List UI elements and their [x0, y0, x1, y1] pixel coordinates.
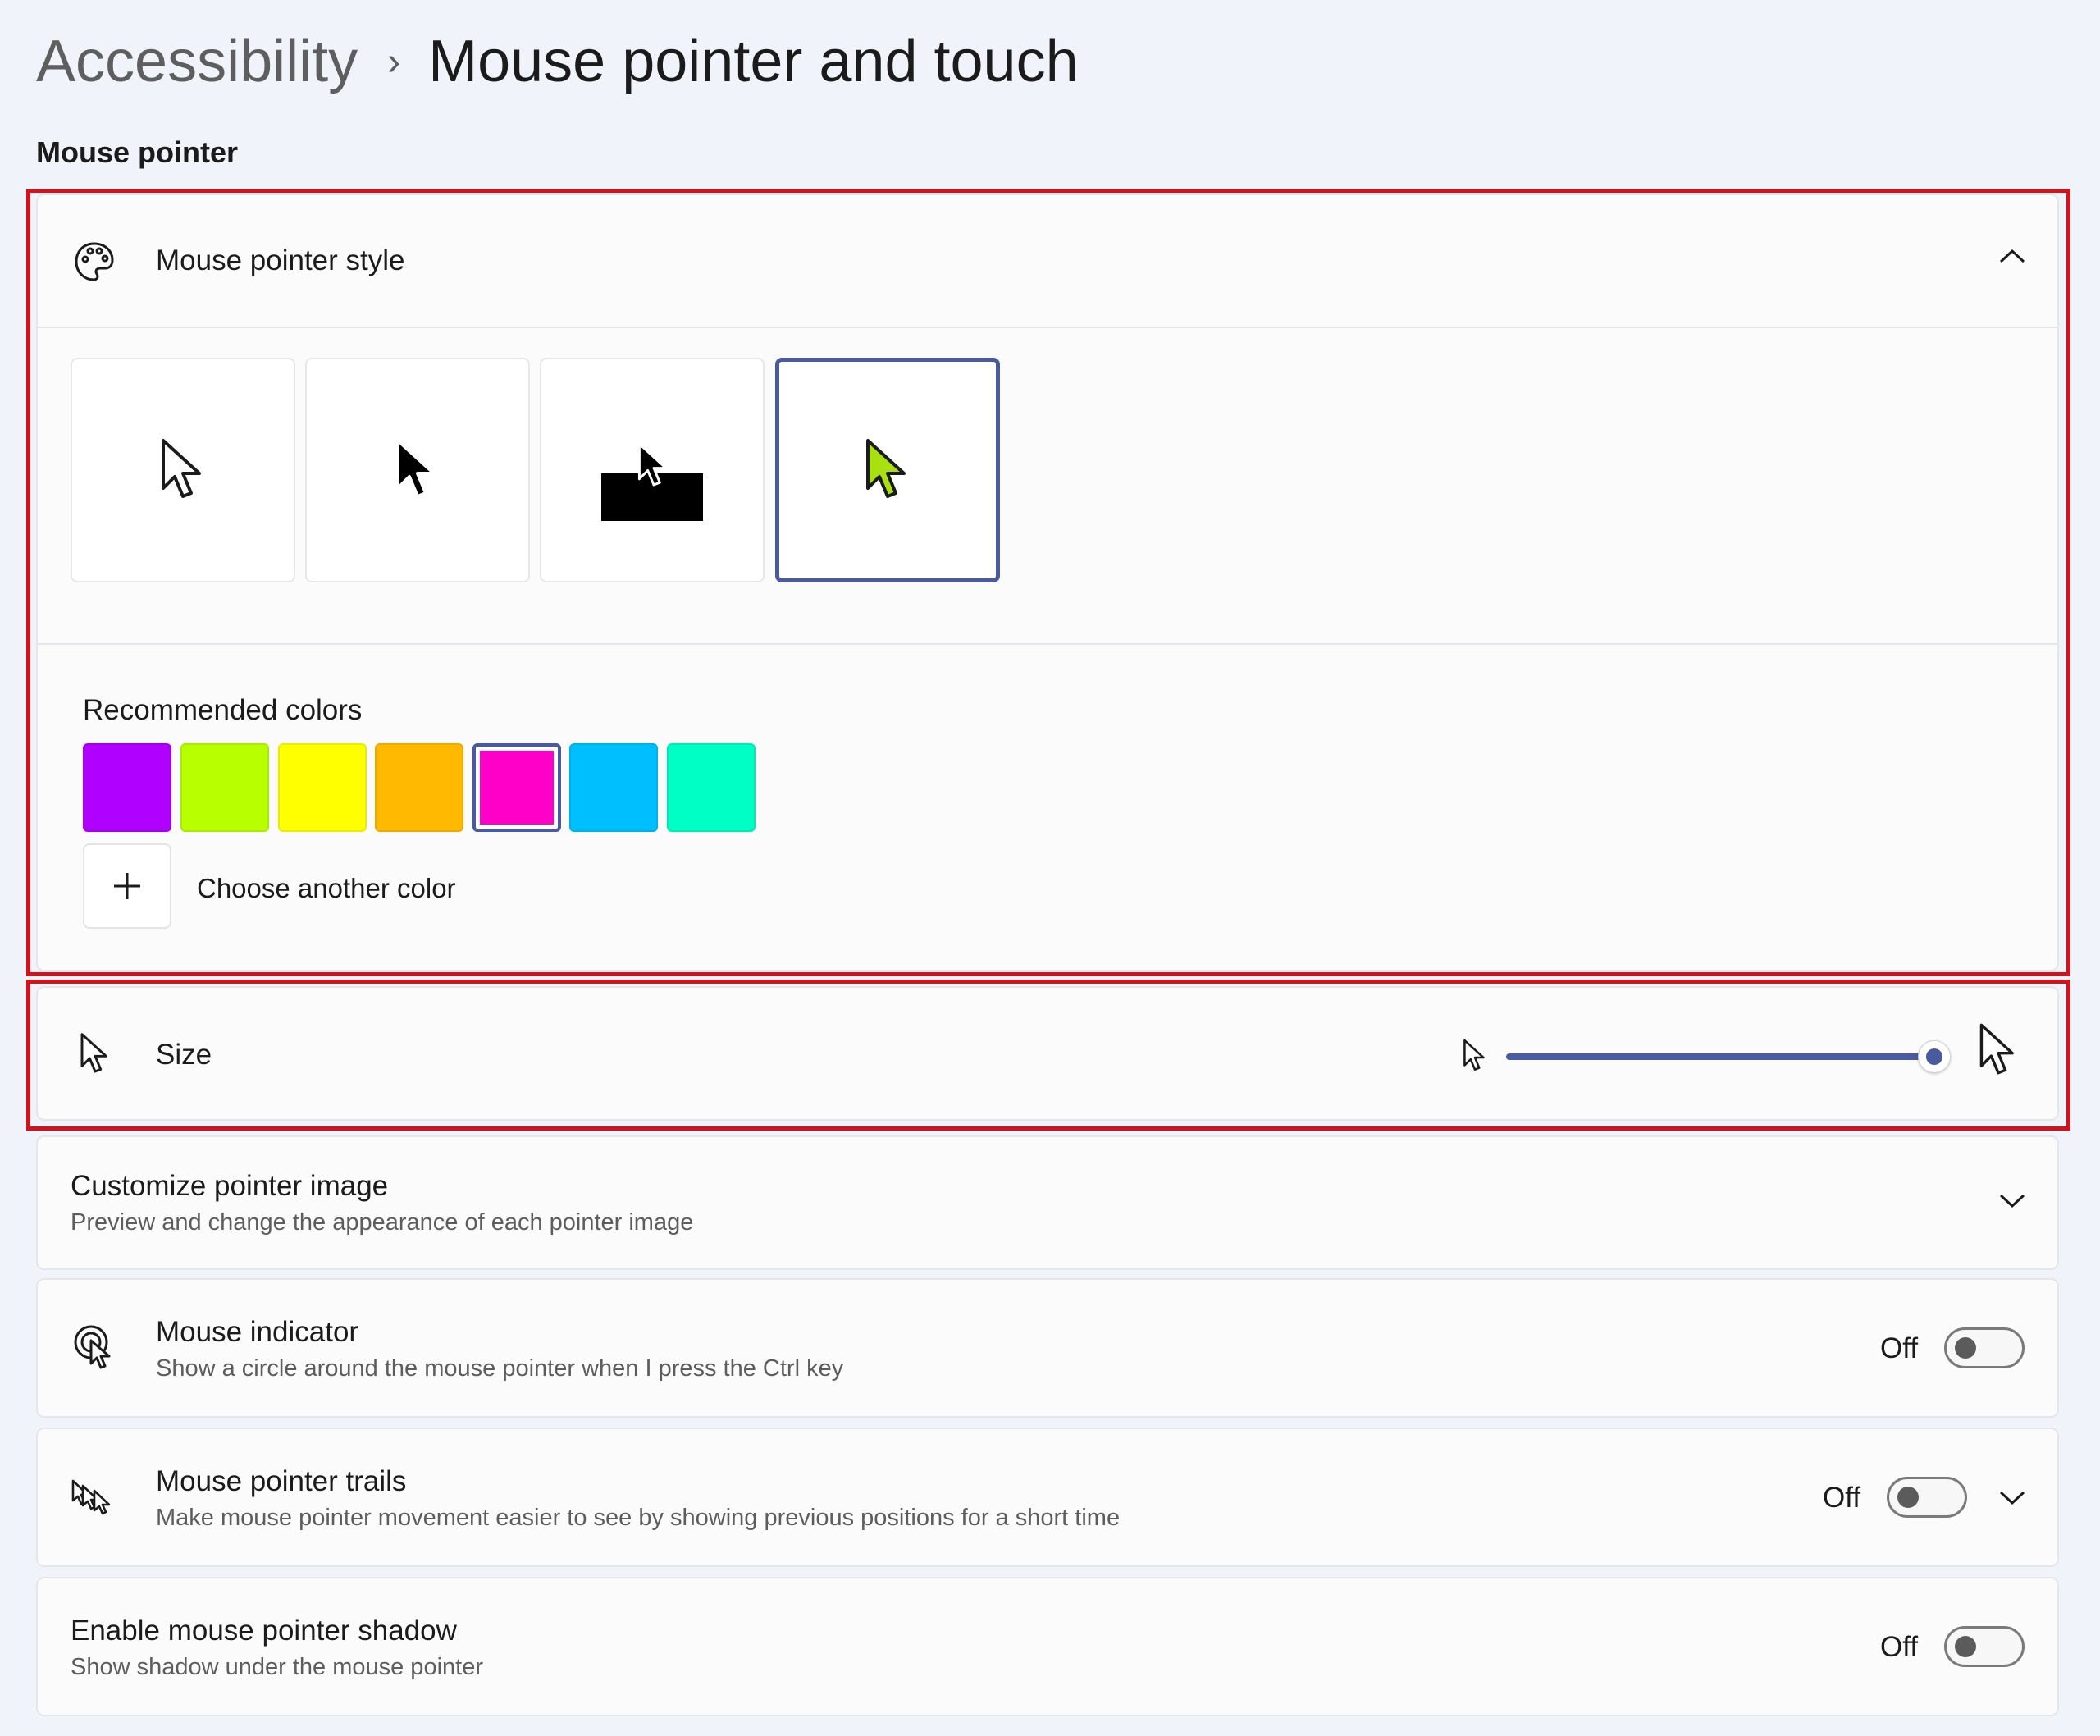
- palette-icon: [71, 238, 118, 286]
- customize-subtitle: Preview and change the appearance of eac…: [71, 1209, 694, 1236]
- customize-pointer-card[interactable]: [36, 1135, 2059, 1270]
- pointer-shadow-state: Off: [1880, 1631, 1919, 1663]
- recommended-colors-label: Recommended colors: [83, 694, 363, 726]
- divider: [38, 643, 2057, 645]
- slider-thumb[interactable]: [1918, 1040, 1951, 1073]
- color-swatch-orange[interactable]: [375, 743, 463, 832]
- pointer-shadow-toggle[interactable]: [1944, 1626, 2025, 1667]
- color-swatch-blue[interactable]: [569, 743, 658, 832]
- mouse-indicator-icon: [71, 1323, 118, 1373]
- color-swatch-pink[interactable]: [472, 743, 561, 832]
- breadcrumb: Accessibility › Mouse pointer and touch: [36, 25, 1079, 98]
- mouse-indicator-title: Mouse indicator: [156, 1316, 359, 1348]
- breadcrumb-parent[interactable]: Accessibility: [36, 28, 358, 95]
- small-pointer-icon: [1462, 1039, 1488, 1079]
- pointer-trails-state: Off: [1823, 1482, 1861, 1514]
- pointer-style-inverted[interactable]: [540, 358, 765, 582]
- pointer-trails-toggle[interactable]: [1887, 1477, 1967, 1518]
- pointer-style-card: [36, 194, 2059, 971]
- plus-icon: [114, 873, 140, 899]
- pointer-trails-subtitle: Make mouse pointer movement easier to se…: [156, 1505, 1121, 1531]
- pointer-trails-icon: [69, 1475, 120, 1519]
- divider: [38, 327, 2057, 328]
- chevron-up-icon[interactable]: [1998, 248, 2026, 268]
- mouse-indicator-subtitle: Show a circle around the mouse pointer w…: [156, 1355, 844, 1382]
- size-title: Size: [156, 1039, 212, 1071]
- mouse-indicator-toggle[interactable]: [1944, 1327, 2025, 1368]
- pointer-trails-title: Mouse pointer trails: [156, 1465, 407, 1497]
- choose-color-button[interactable]: [83, 843, 171, 929]
- size-slider[interactable]: [1506, 1040, 1951, 1075]
- color-swatch-purple[interactable]: [83, 743, 171, 832]
- section-label-mouse-pointer: Mouse pointer: [36, 135, 239, 169]
- customize-title: Customize pointer image: [71, 1170, 389, 1202]
- pointer-style-white[interactable]: [71, 358, 295, 582]
- choose-color-label: Choose another color: [197, 873, 456, 903]
- black-pointer-icon: [396, 439, 436, 498]
- pointer-style-title: Mouse pointer style: [156, 244, 405, 276]
- white-pointer-icon: [162, 439, 201, 498]
- page-title: Mouse pointer and touch: [428, 29, 1079, 94]
- color-swatch-yellow[interactable]: [278, 743, 367, 832]
- pointer-shadow-subtitle: Show shadow under the mouse pointer: [71, 1654, 483, 1680]
- breadcrumb-separator: ›: [387, 39, 401, 84]
- pointer-icon: [75, 1030, 115, 1080]
- inverted-pointer-icon: [601, 419, 703, 521]
- chevron-down-icon[interactable]: [1998, 1193, 2026, 1213]
- color-swatch-lime[interactable]: [180, 743, 269, 832]
- slider-track: [1506, 1053, 1933, 1060]
- pointer-style-black[interactable]: [305, 358, 530, 582]
- pointer-shadow-title: Enable mouse pointer shadow: [71, 1615, 457, 1647]
- color-swatch-teal[interactable]: [667, 743, 756, 832]
- pointer-style-custom[interactable]: [775, 358, 1000, 582]
- chevron-down-icon[interactable]: [1998, 1490, 2026, 1510]
- mouse-indicator-state: Off: [1880, 1332, 1919, 1364]
- large-pointer-icon: [1977, 1022, 2020, 1085]
- custom-color-pointer-icon: [866, 439, 906, 498]
